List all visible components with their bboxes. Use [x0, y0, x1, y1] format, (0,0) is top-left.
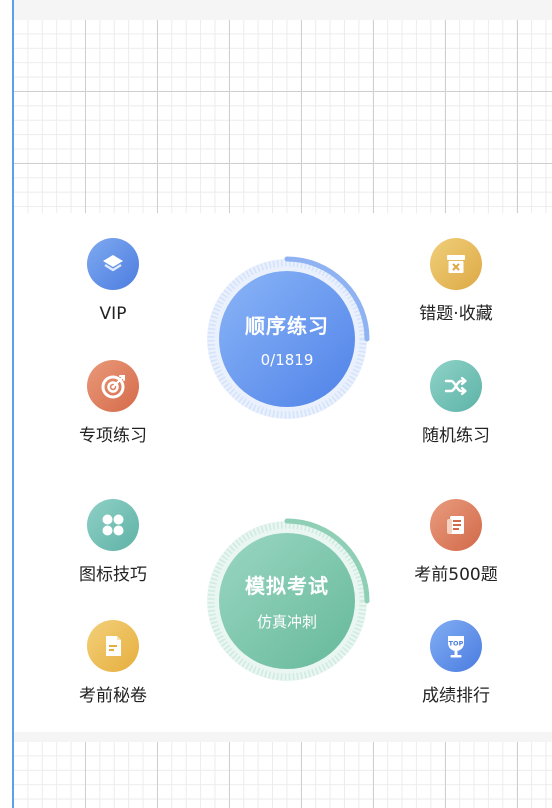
feature-label: 错题·收藏: [419, 304, 493, 324]
grid-background-top: [14, 20, 552, 213]
mock-exam-subtitle: 仿真冲刺: [256, 613, 317, 631]
secret-paper-icon: [87, 620, 139, 672]
feature-label: 成绩排行: [422, 686, 490, 706]
editor-left-rule: [12, 0, 14, 808]
feature-icon-tips[interactable]: 图标技巧: [53, 499, 173, 585]
sequential-progress: 0/1819: [260, 350, 314, 369]
scroll-icon: [430, 499, 482, 551]
feature-label: 随机练习: [422, 426, 490, 446]
four-dots-icon: [87, 499, 139, 551]
mock-exam-center: 模拟考试 仿真冲刺: [219, 533, 355, 669]
feature-label: 图标技巧: [79, 565, 147, 585]
bottom-strip: [14, 732, 552, 742]
feature-label: 专项练习: [79, 426, 147, 446]
feature-label: VIP: [99, 304, 127, 324]
sequential-center: 顺序练习 0/1819: [219, 271, 355, 407]
feature-vip[interactable]: VIP: [53, 238, 173, 324]
error-box-icon: [430, 238, 482, 290]
mock-exam-button[interactable]: 模拟考试 仿真冲刺: [203, 517, 371, 685]
top-icon-text: TOP: [449, 640, 464, 648]
feature-label: 考前500题: [414, 565, 498, 585]
mock-exam-title: 模拟考试: [245, 574, 329, 598]
feature-label: 考前秘卷: [79, 686, 147, 706]
sequential-title: 顺序练习: [245, 313, 329, 338]
feature-random-practice[interactable]: 随机练习: [396, 360, 516, 446]
feature-secret-paper[interactable]: 考前秘卷: [53, 620, 173, 706]
top-strip: [14, 0, 552, 20]
feature-errors-favorites[interactable]: 错题·收藏: [396, 238, 516, 324]
feature-special-practice[interactable]: 专项练习: [53, 360, 173, 446]
feature-500-questions[interactable]: 考前500题: [396, 499, 516, 585]
shuffle-icon: [430, 360, 482, 412]
trophy-icon: TOP: [430, 620, 482, 672]
sequential-practice-button[interactable]: 顺序练习 0/1819: [203, 255, 371, 423]
layers-icon: [87, 238, 139, 290]
feature-score-ranking[interactable]: TOP 成绩排行: [396, 620, 516, 706]
target-icon: [87, 360, 139, 412]
practice-panel: VIP 专项练习 图标技巧 考前秘卷 错题·收藏 随机练习 考前500题 TOP…: [18, 213, 552, 732]
grid-background-bottom: [14, 742, 552, 808]
